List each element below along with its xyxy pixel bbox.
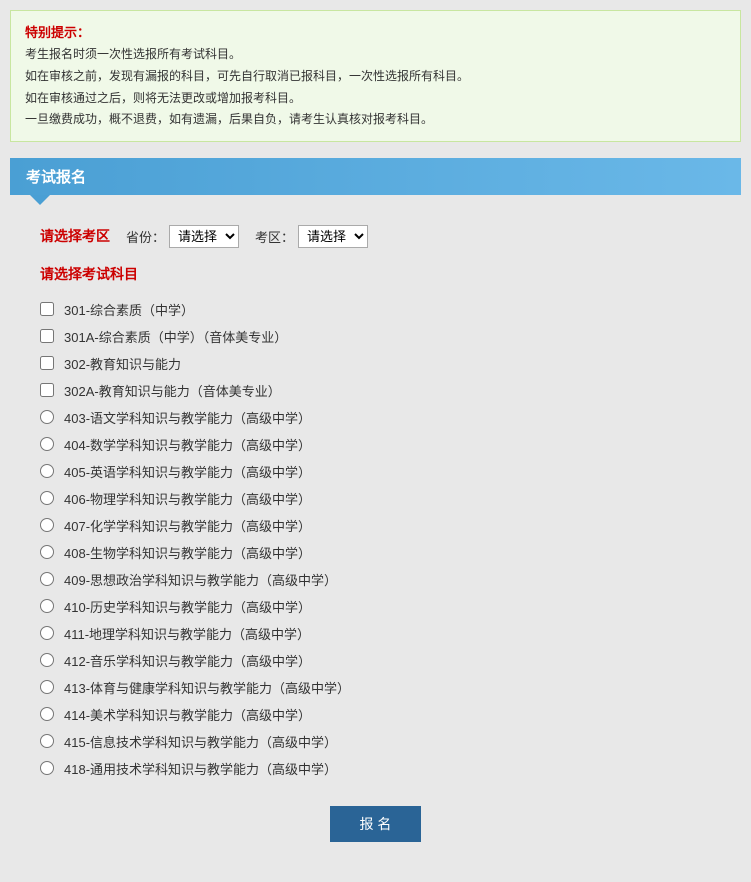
subject-item: 301A-综合素质（中学）（音体美专业） [40, 323, 711, 350]
subject-radio[interactable] [40, 707, 54, 721]
subject-label: 407-化学学科知识与教学能力（高级中学） [64, 516, 311, 535]
subject-label: 411-地理学科知识与教学能力（高级中学） [64, 624, 310, 643]
notice-line-4: 一旦缴费成功，概不退费，如有遗漏，后果自负，请考生认真核对报考科目。 [25, 109, 726, 131]
subject-radio[interactable] [40, 680, 54, 694]
subject-label: 301A-综合素质（中学）（音体美专业） [64, 327, 287, 346]
subject-radio[interactable] [40, 761, 54, 775]
subject-checkbox[interactable] [40, 329, 54, 343]
notice-title: 特别提示： [25, 21, 726, 44]
subject-item: 302A-教育知识与能力（音体美专业） [40, 377, 711, 404]
subject-radio[interactable] [40, 599, 54, 613]
subject-radio[interactable] [40, 410, 54, 424]
page-wrapper: 特别提示： 考生报名时须一次性选报所有考试科目。 如在审核之前，发现有漏报的科目… [0, 0, 751, 882]
subject-radio[interactable] [40, 437, 54, 451]
subject-item: 403-语文学科知识与教学能力（高级中学） [40, 404, 711, 431]
district-label: 考区： [255, 227, 294, 246]
province-label: 省份： [126, 227, 165, 246]
subject-radio[interactable] [40, 464, 54, 478]
subject-label: 413-体育与健康学科知识与教学能力（高级中学） [64, 678, 350, 697]
subject-radio[interactable] [40, 518, 54, 532]
subject-radio[interactable] [40, 572, 54, 586]
submit-button[interactable]: 报 名 [330, 806, 422, 842]
subject-label: 408-生物学科知识与教学能力（高级中学） [64, 543, 311, 562]
subject-label: 418-通用技术学科知识与教学能力（高级中学） [64, 759, 337, 778]
notice-line-1: 考生报名时须一次性选报所有考试科目。 [25, 44, 726, 66]
subject-radio[interactable] [40, 545, 54, 559]
subject-item: 411-地理学科知识与教学能力（高级中学） [40, 620, 711, 647]
subject-label: 404-数学学科知识与教学能力（高级中学） [64, 435, 311, 454]
subject-label: 406-物理学科知识与教学能力（高级中学） [64, 489, 311, 508]
subject-radio[interactable] [40, 626, 54, 640]
subject-item: 301-综合素质（中学） [40, 296, 711, 323]
subject-item: 410-历史学科知识与教学能力（高级中学） [40, 593, 711, 620]
subject-item: 409-思想政治学科知识与教学能力（高级中学） [40, 566, 711, 593]
subject-label: 410-历史学科知识与教学能力（高级中学） [64, 597, 311, 616]
district-select[interactable]: 请选择 [298, 225, 368, 248]
notice-box: 特别提示： 考生报名时须一次性选报所有考试科目。 如在审核之前，发现有漏报的科目… [10, 10, 741, 142]
form-area: 请选择考区 省份： 请选择 考区： 请选择 请选择考试科目 301-综合素质（中… [10, 195, 741, 872]
submit-area: 报 名 [40, 806, 711, 852]
subject-radio[interactable] [40, 491, 54, 505]
subject-item: 418-通用技术学科知识与教学能力（高级中学） [40, 755, 711, 782]
subject-label: 302A-教育知识与能力（音体美专业） [64, 381, 281, 400]
subject-radio[interactable] [40, 734, 54, 748]
section-title: 考试报名 [26, 169, 86, 186]
subject-label: 405-英语学科知识与教学能力（高级中学） [64, 462, 311, 481]
subject-radio[interactable] [40, 653, 54, 667]
subject-item: 406-物理学科知识与教学能力（高级中学） [40, 485, 711, 512]
section-header: 考试报名 [10, 158, 741, 195]
subject-item: 405-英语学科知识与教学能力（高级中学） [40, 458, 711, 485]
district-field: 考区： 请选择 [255, 225, 368, 248]
province-field: 省份： 请选择 [126, 225, 239, 248]
subject-item: 302-教育知识与能力 [40, 350, 711, 377]
notice-line-3: 如在审核通过之后，则将无法更改或增加报考科目。 [25, 88, 726, 110]
subject-label: 301-综合素质（中学） [64, 300, 194, 319]
subject-item: 414-美术学科知识与教学能力（高级中学） [40, 701, 711, 728]
subject-checkbox[interactable] [40, 356, 54, 370]
subject-checkbox[interactable] [40, 383, 54, 397]
province-select[interactable]: 请选择 [169, 225, 239, 248]
subject-label: 412-音乐学科知识与教学能力（高级中学） [64, 651, 311, 670]
subject-item: 407-化学学科知识与教学能力（高级中学） [40, 512, 711, 539]
notice-line-2: 如在审核之前，发现有漏报的科目，可先自行取消已报科目，一次性选报所有科目。 [25, 66, 726, 88]
region-label: 请选择考区 [40, 226, 110, 246]
subject-item: 408-生物学科知识与教学能力（高级中学） [40, 539, 711, 566]
subject-list: 301-综合素质（中学） 301A-综合素质（中学）（音体美专业） 302-教育知识… [40, 296, 711, 782]
subject-label: 409-思想政治学科知识与教学能力（高级中学） [64, 570, 337, 589]
subject-item: 412-音乐学科知识与教学能力（高级中学） [40, 647, 711, 674]
subject-label: 414-美术学科知识与教学能力（高级中学） [64, 705, 311, 724]
subject-item: 413-体育与健康学科知识与教学能力（高级中学） [40, 674, 711, 701]
subject-checkbox[interactable] [40, 302, 54, 316]
subject-item: 415-信息技术学科知识与教学能力（高级中学） [40, 728, 711, 755]
subject-label: 403-语文学科知识与教学能力（高级中学） [64, 408, 311, 427]
subject-label: 302-教育知识与能力 [64, 354, 181, 373]
subject-title: 请选择考试科目 [40, 264, 711, 284]
subject-label: 415-信息技术学科知识与教学能力（高级中学） [64, 732, 337, 751]
subject-item: 404-数学学科知识与教学能力（高级中学） [40, 431, 711, 458]
region-select-row: 请选择考区 省份： 请选择 考区： 请选择 [40, 225, 711, 248]
